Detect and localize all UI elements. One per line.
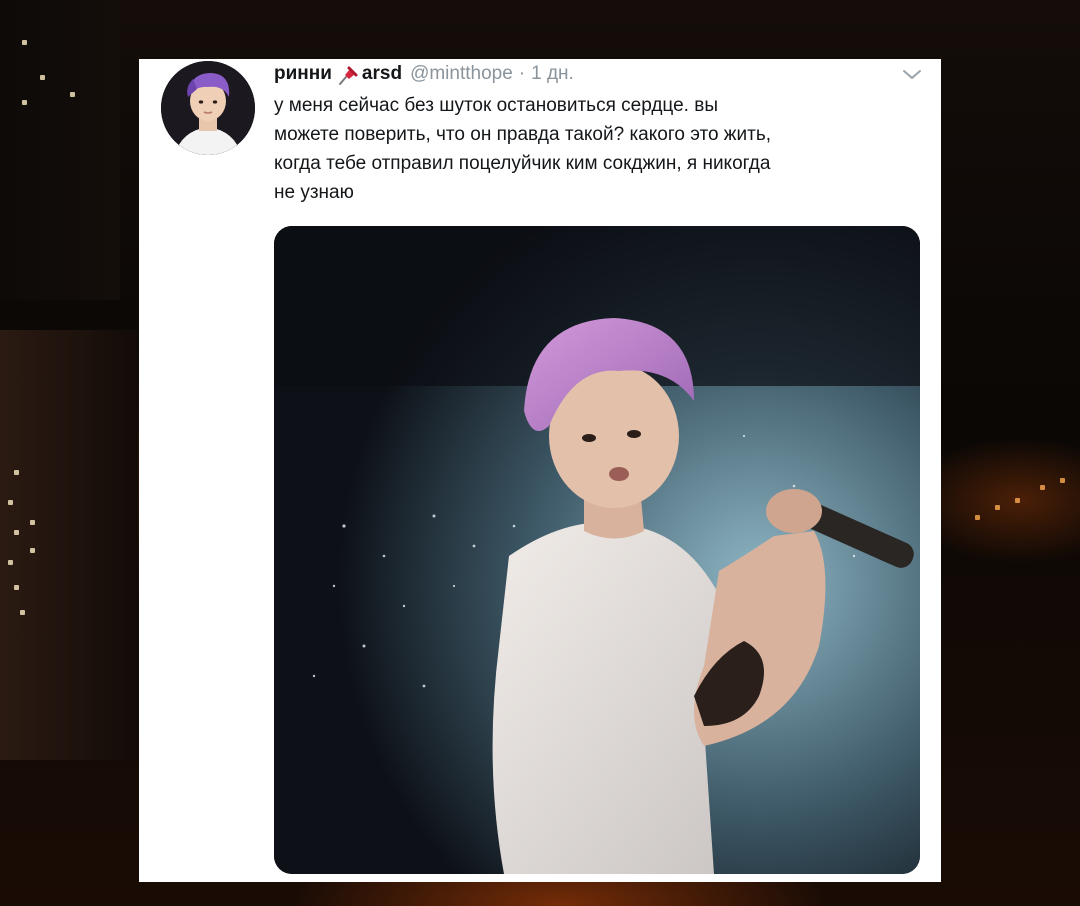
window-light bbox=[30, 520, 35, 525]
window-light bbox=[8, 500, 13, 505]
window-light bbox=[14, 585, 19, 590]
window-light bbox=[1060, 478, 1065, 483]
window-light bbox=[30, 548, 35, 553]
tweet-text-line: не узнаю bbox=[274, 182, 354, 203]
window-light bbox=[70, 92, 75, 97]
user-handle[interactable]: @mintthope bbox=[410, 63, 513, 85]
window-light bbox=[40, 75, 45, 80]
window-light bbox=[14, 530, 19, 535]
avatar[interactable] bbox=[161, 61, 255, 155]
tweet-timestamp[interactable]: 1 дн. bbox=[531, 63, 574, 85]
chevron-down-icon[interactable] bbox=[899, 65, 925, 85]
window-light bbox=[8, 560, 13, 565]
background-tower bbox=[0, 0, 120, 300]
window-light bbox=[20, 610, 25, 615]
tweet-text-line: можете поверить, что он правда такой? ка… bbox=[274, 124, 772, 145]
avatar-image bbox=[161, 61, 255, 155]
window-light bbox=[1040, 485, 1045, 490]
window-light bbox=[14, 470, 19, 475]
display-name[interactable]: ринни bbox=[274, 63, 332, 85]
tweet-text-line: когда тебе отправил поцелуйчик ким сокдж… bbox=[274, 153, 771, 174]
display-name-suffix[interactable]: arsd bbox=[362, 63, 402, 85]
window-light bbox=[22, 100, 27, 105]
window-light bbox=[975, 515, 980, 520]
pushpin-icon bbox=[336, 65, 358, 87]
media-photo bbox=[274, 226, 920, 874]
separator-dot: · bbox=[518, 63, 526, 84]
window-light bbox=[22, 40, 27, 45]
tweet-text: у меня сейчас без шуток остановиться сер… bbox=[274, 91, 924, 207]
tweet-media[interactable] bbox=[274, 226, 920, 874]
tweet-header: ринни arsd @mintthope · 1 дн. bbox=[274, 63, 574, 89]
background-building bbox=[0, 330, 138, 760]
window-light bbox=[995, 505, 1000, 510]
tweet-text-line: у меня сейчас без шуток остановиться сер… bbox=[274, 95, 718, 116]
tweet-card: ринни arsd @mintthope · 1 дн. у меня сей… bbox=[139, 59, 941, 882]
window-light bbox=[1015, 498, 1020, 503]
